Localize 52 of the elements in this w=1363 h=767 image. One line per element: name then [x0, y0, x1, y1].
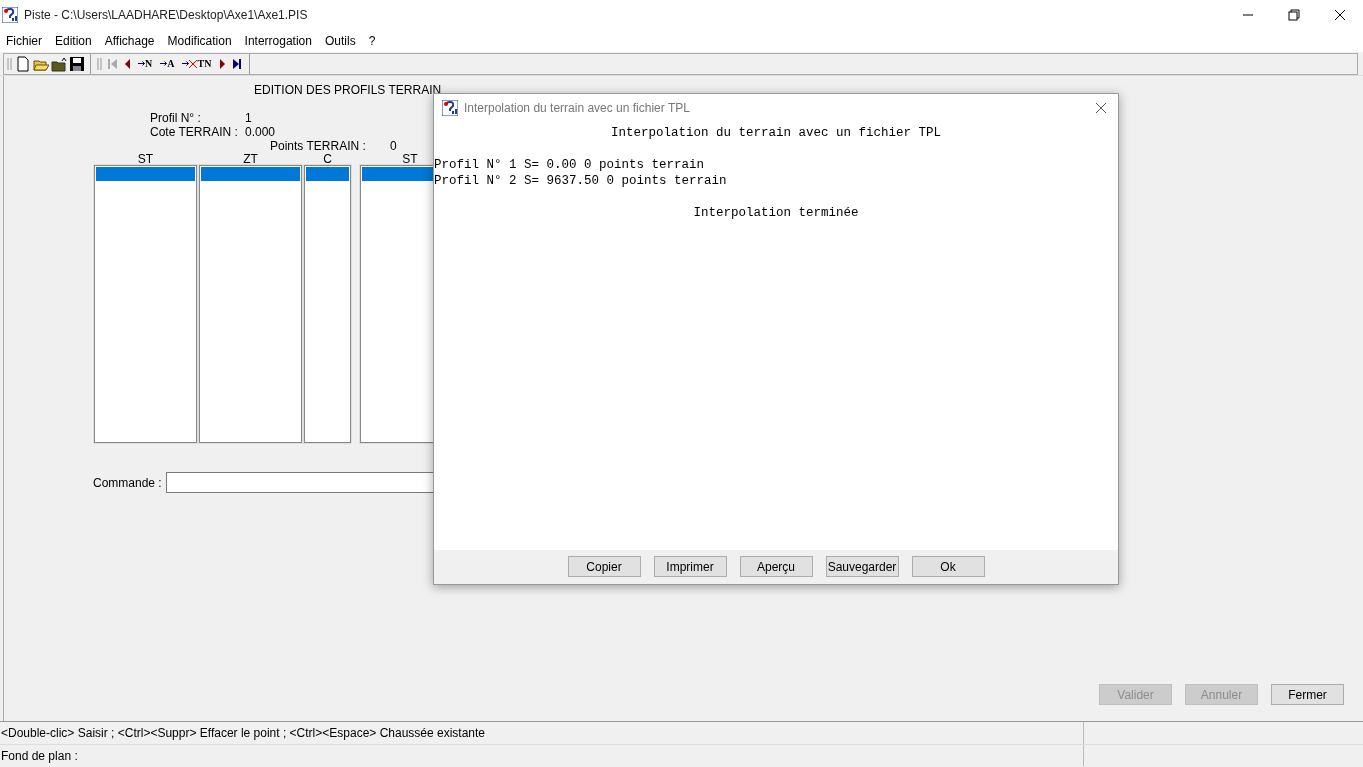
- status-text: Fond de plan :: [1, 747, 78, 765]
- column-header: ST: [402, 153, 418, 165]
- field-label: Profil N° :: [149, 111, 202, 125]
- field-value: 0.000: [245, 125, 276, 139]
- dialog-button[interactable]: Copier: [567, 556, 641, 577]
- column-header: ST: [137, 153, 154, 165]
- save-icon[interactable]: [69, 55, 85, 72]
- list-box[interactable]: [304, 165, 351, 443]
- menu-item[interactable]: Affichage: [98, 32, 162, 50]
- dialog-button[interactable]: Ok: [911, 556, 985, 577]
- field-value: 1: [245, 111, 252, 125]
- report-line: Profil N° 1 S= 0.00 0 points terrain: [434, 157, 706, 173]
- command-label: Commande :: [93, 474, 162, 492]
- delete-tool[interactable]: TN: [182, 55, 212, 72]
- column-header: C: [323, 153, 332, 165]
- close-icon[interactable]: [1094, 101, 1108, 115]
- menu-item[interactable]: Modification: [161, 32, 239, 50]
- grip-icon: [6, 55, 13, 72]
- dialog-button[interactable]: Imprimer: [653, 556, 727, 577]
- window-title: Piste - C:\Users\LAADHARE\Desktop\Axe1\Axe1.PIS: [24, 7, 308, 24]
- new-file-icon[interactable]: [15, 55, 31, 72]
- dialog-title: Interpolation du terrain avec un fichier TPL: [464, 100, 690, 117]
- menu-item[interactable]: Fichier: [0, 32, 49, 50]
- menu-item[interactable]: Interrogation: [238, 32, 319, 50]
- disabled-dialog-button: Annuler: [1185, 684, 1258, 705]
- report-line: Profil N° 2 S= 9637.50 0 points terrain: [434, 173, 728, 189]
- form-title: EDITION DES PROFILS TERRAIN: [253, 82, 443, 99]
- cross-icon: [189, 59, 198, 68]
- menu-item[interactable]: ?: [362, 32, 383, 50]
- field-label: Points TERRAIN :: [269, 139, 367, 153]
- disabled-dialog-button: Valider: [1099, 684, 1172, 705]
- folder-icon[interactable]: [51, 55, 67, 72]
- report-footer: Interpolation terminée: [434, 205, 1118, 221]
- dialog-button[interactable]: Fermer: [1271, 684, 1344, 705]
- app-icon: [442, 100, 458, 116]
- menu-item[interactable]: Outils: [318, 32, 363, 50]
- dialog-button[interactable]: Sauvegarder: [825, 556, 899, 577]
- insert-tool[interactable]: A: [160, 55, 175, 72]
- grip-icon: [96, 55, 103, 72]
- column-header: ZT: [243, 153, 258, 165]
- menu-item[interactable]: Edition: [49, 32, 99, 50]
- insert-tool[interactable]: N: [138, 55, 153, 72]
- report-heading: Interpolation du terrain avec un fichier TPL: [609, 125, 943, 141]
- field-label: Cote TERRAIN :: [149, 125, 239, 139]
- dialog-button[interactable]: Aperçu: [739, 556, 813, 577]
- list-box[interactable]: [199, 165, 302, 443]
- field-value: 0: [390, 139, 397, 153]
- list-box[interactable]: [94, 165, 197, 443]
- arrow-icon: [138, 61, 145, 66]
- status-text: <Double-clic> Saisir ; <Ctrl><Suppr> Effacer le point ; <Ctrl><Espace> Chaussée existante: [1, 725, 486, 742]
- arrow-icon: [160, 61, 168, 66]
- arrow-icon: [182, 61, 190, 66]
